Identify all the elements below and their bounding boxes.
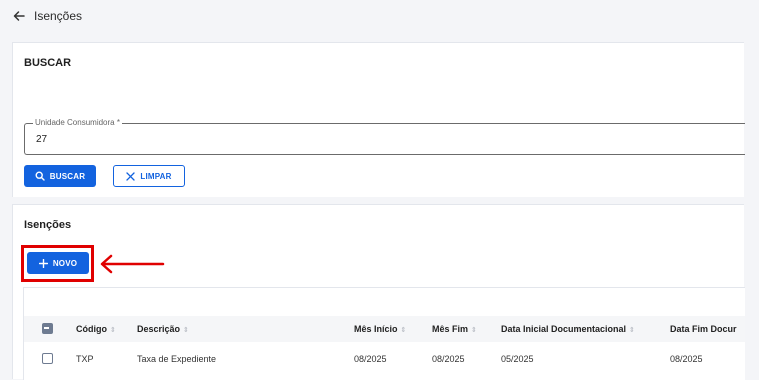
col-data-fim-label: Data Fim Docur [670,324,737,334]
col-data-fim[interactable]: Data Fim Docur [670,324,737,334]
isencoes-table: Código ⇕ Descrição ⇕ Mês Início ⇕ Mês Fim ⇕ … [23,287,745,380]
isencoes-section-title: Isenções [24,219,72,231]
search-card: BUSCAR Unidade Consumidora * BUSCAR LIMP… [12,42,745,197]
buscar-label: BUSCAR [49,171,86,181]
red-arrow-annotation [100,254,165,274]
cell-codigo: TXP [76,354,94,364]
sort-icon: ⇕ [110,327,116,334]
search-icon [35,171,45,181]
col-data-inicial[interactable]: Data Inicial Documentacional ⇕ [501,324,635,334]
arrow-left-icon[interactable] [12,9,26,23]
cell-data-fim: 08/2025 [670,354,703,364]
col-descricao-label: Descrição [137,324,181,334]
sort-icon: ⇕ [629,327,635,334]
col-mes-inicio-label: Mês Início [354,324,398,334]
col-codigo-label: Código [76,324,107,334]
col-data-inicial-label: Data Inicial Documentacional [501,324,627,334]
col-codigo[interactable]: Código ⇕ [76,324,116,334]
limpar-label: LIMPAR [140,171,172,181]
cell-mes-inicio: 08/2025 [354,354,387,364]
cell-mes-fim: 08/2025 [432,354,465,364]
novo-label: NOVO [52,258,78,268]
table-header: Código ⇕ Descrição ⇕ Mês Início ⇕ Mês Fim ⇕ … [24,316,745,342]
col-mes-fim[interactable]: Mês Fim ⇕ [432,324,477,334]
buscar-button[interactable]: BUSCAR [24,165,96,187]
unidade-consumidora-label: Unidade Consumidora * [33,118,122,127]
plus-icon [38,258,48,268]
row-checkbox[interactable] [42,353,53,364]
col-mes-fim-label: Mês Fim [432,324,469,334]
novo-button[interactable]: NOVO [27,252,89,274]
isencoes-card: Isenções NOVO Código ⇕ Descrição ⇕ Mês Iní… [12,204,745,380]
cell-descricao: Taxa de Expediente [137,354,217,364]
select-all-checkbox[interactable] [42,323,53,334]
col-descricao[interactable]: Descrição ⇕ [137,324,189,334]
cell-data-inicial: 05/2025 [501,354,534,364]
page-title: Isenções [34,9,83,23]
unidade-consumidora-input[interactable] [34,133,338,146]
close-icon [126,171,136,181]
unidade-consumidora-field[interactable]: Unidade Consumidora * [24,118,745,155]
search-section-title: BUSCAR [24,57,72,69]
limpar-button[interactable]: LIMPAR [113,165,185,187]
sort-icon: ⇕ [471,327,477,334]
sort-icon: ⇕ [400,327,407,334]
top-bar: Isenções [0,0,743,34]
sort-icon: ⇕ [183,327,189,334]
col-mes-inicio[interactable]: Mês Início ⇕ [354,324,406,334]
